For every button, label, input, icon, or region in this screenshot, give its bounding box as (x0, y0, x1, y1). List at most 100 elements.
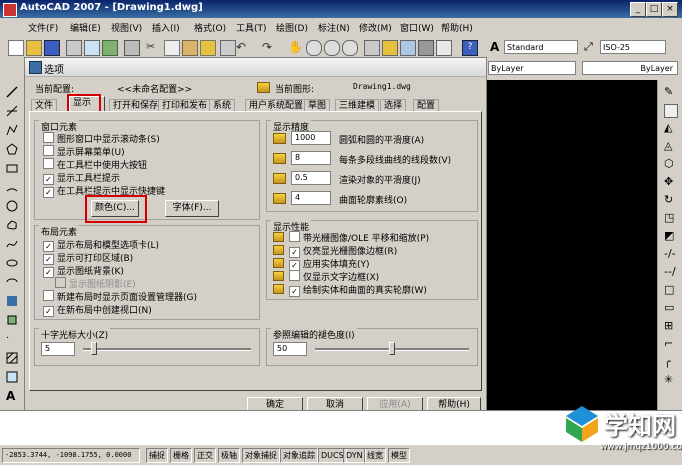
scale-icon[interactable]: ◳ (664, 212, 676, 224)
help-icon[interactable]: ? (462, 40, 478, 56)
copy-icon[interactable] (164, 40, 180, 56)
zoom-realtime-icon[interactable] (306, 40, 322, 56)
spline-icon[interactable] (6, 238, 18, 250)
3d-dwf-icon[interactable] (124, 40, 140, 56)
text-style-combo[interactable]: Standard (504, 40, 578, 54)
tool-palettes-icon[interactable] (400, 40, 416, 56)
menu-dimension[interactable]: 标注(N) (318, 21, 350, 34)
layout-tabs-checkbox[interactable]: ✓ 显示布局和模型选项卡(L) (43, 238, 159, 252)
cut-icon[interactable]: ✂ (146, 40, 160, 54)
polyline-segments-input[interactable]: 8 (291, 151, 331, 165)
grid-toggle[interactable]: 栅格 (170, 448, 192, 463)
arc-smoothness-input[interactable]: 1000 (291, 131, 331, 145)
publish-icon[interactable] (102, 40, 118, 56)
hatch-icon[interactable] (6, 352, 18, 364)
rotate-icon[interactable]: ↻ (664, 194, 676, 206)
join-icon[interactable]: ⊞ (664, 320, 676, 332)
fonts-button[interactable]: 字体(F)... (165, 200, 219, 217)
solid-fill-checkbox[interactable]: ✓ 应用实体填充(Y) (289, 257, 370, 271)
screen-menu-checkbox[interactable]: 显示屏幕菜单(U) (43, 145, 125, 158)
polygon-icon[interactable] (6, 143, 18, 155)
contour-lines-input[interactable]: 4 (291, 191, 331, 205)
print-preview-icon[interactable] (84, 40, 100, 56)
ortho-toggle[interactable]: 正交 (194, 448, 216, 463)
menu-view[interactable]: 视图(V) (111, 21, 142, 34)
zoom-window-icon[interactable] (324, 40, 340, 56)
construction-line-icon[interactable] (6, 105, 18, 117)
extend-icon[interactable]: --/ (664, 266, 676, 278)
raster-frame-checkbox[interactable]: ✓ 仅亮显光栅图像边框(R) (289, 244, 397, 258)
menu-tools[interactable]: 工具(T) (236, 21, 267, 34)
fillet-icon[interactable]: ╭ (664, 356, 676, 368)
close-button[interactable]: × (662, 2, 678, 17)
tooltips-checkbox[interactable]: ✓ 显示工具栏提示 (43, 171, 120, 185)
copy-object-icon[interactable] (664, 104, 678, 118)
osnap-toggle[interactable]: 对象捕捉 (242, 448, 280, 463)
ellipse-arc-icon[interactable] (6, 276, 18, 288)
maximize-button[interactable]: □ (646, 2, 662, 17)
trim-icon[interactable]: -/- (664, 248, 676, 260)
new-icon[interactable] (8, 40, 24, 56)
circle-icon[interactable] (6, 200, 18, 212)
dim-style-combo[interactable]: ISO-25 (600, 40, 666, 54)
model-toggle[interactable]: 模型 (388, 448, 410, 463)
true-silhouettes-checkbox[interactable]: ✓ 绘制实体和曲面的真实轮廓(W) (289, 283, 427, 297)
rectangle-icon[interactable] (6, 162, 18, 174)
revision-cloud-icon[interactable] (6, 219, 18, 231)
chamfer-icon[interactable]: ⌐ (664, 338, 676, 350)
make-block-icon[interactable] (6, 314, 18, 326)
move-icon[interactable]: ✥ (664, 176, 676, 188)
break-icon[interactable]: ▭ (664, 302, 676, 314)
print-icon[interactable] (66, 40, 82, 56)
properties-icon[interactable] (364, 40, 380, 56)
menu-help[interactable]: 帮助(H) (441, 21, 473, 34)
minimize-button[interactable]: _ (630, 2, 646, 17)
erase-icon[interactable]: ✎ (664, 86, 676, 98)
point-icon[interactable]: · (6, 333, 18, 345)
break-at-point-icon[interactable]: □ (664, 284, 676, 296)
paper-shadow-checkbox[interactable]: 显示图纸阴影(E) (55, 277, 136, 290)
polar-toggle[interactable]: 极轴 (218, 448, 240, 463)
polyline-icon[interactable] (6, 124, 18, 136)
undo-icon[interactable]: ↶ (236, 40, 250, 54)
otrack-toggle[interactable]: 对象追踪 (280, 448, 318, 463)
printable-area-checkbox[interactable]: ✓ 显示可打印区域(B) (43, 251, 133, 265)
text-frame-checkbox[interactable]: 仅显示文字边框(X) (289, 270, 379, 283)
ellipse-icon[interactable] (6, 257, 18, 269)
sheet-set-icon[interactable] (418, 40, 434, 56)
match-properties-icon[interactable] (200, 40, 216, 56)
stretch-icon[interactable]: ◩ (664, 230, 676, 242)
menu-modify[interactable]: 修改(M) (359, 21, 392, 34)
snap-toggle[interactable]: 捕捉 (146, 448, 168, 463)
crosshair-slider-thumb[interactable] (91, 342, 98, 355)
zoom-previous-icon[interactable] (342, 40, 358, 56)
drawing-area[interactable] (487, 80, 657, 410)
array-icon[interactable]: ⬡ (664, 158, 676, 170)
dyn-toggle[interactable]: DYN (343, 448, 366, 463)
xref-slider-thumb[interactable] (389, 342, 395, 355)
menu-window[interactable]: 窗口(W) (400, 21, 434, 34)
paper-background-checkbox[interactable]: ✓ 显示图纸背景(K) (43, 264, 124, 278)
create-viewport-checkbox[interactable]: ✓ 在新布局中创建视口(N) (43, 303, 152, 317)
menu-insert[interactable]: 插入(I) (152, 21, 180, 34)
pan-icon[interactable]: ✋ (288, 40, 303, 54)
region-icon[interactable] (6, 371, 18, 383)
menu-edit[interactable]: 编辑(E) (70, 21, 101, 34)
layer-combo[interactable]: ByLayer (488, 61, 576, 75)
page-setup-manager-checkbox[interactable]: 新建布局时显示页面设置管理器(G) (43, 290, 197, 303)
render-smoothness-input[interactable]: 0.5 (291, 171, 331, 185)
large-buttons-checkbox[interactable]: 在工具栏中使用大按钮 (43, 158, 147, 171)
scrollbars-checkbox[interactable]: 图形窗口中显示滚动条(S) (43, 132, 160, 145)
line-icon[interactable] (6, 86, 18, 98)
save-icon[interactable] (44, 40, 60, 56)
lineweight-toggle[interactable]: 线宽 (364, 448, 386, 463)
paste-icon[interactable] (182, 40, 198, 56)
linetype-combo[interactable]: ByLayer (582, 61, 678, 75)
menu-format[interactable]: 格式(O) (194, 21, 226, 34)
open-icon[interactable] (26, 40, 42, 56)
arc-icon[interactable] (6, 181, 18, 193)
block-editor-icon[interactable] (220, 40, 236, 56)
mirror-icon[interactable]: ◭ (664, 122, 676, 134)
menu-file[interactable]: 文件(F) (28, 21, 58, 34)
xref-fade-input[interactable]: 50 (273, 342, 307, 356)
